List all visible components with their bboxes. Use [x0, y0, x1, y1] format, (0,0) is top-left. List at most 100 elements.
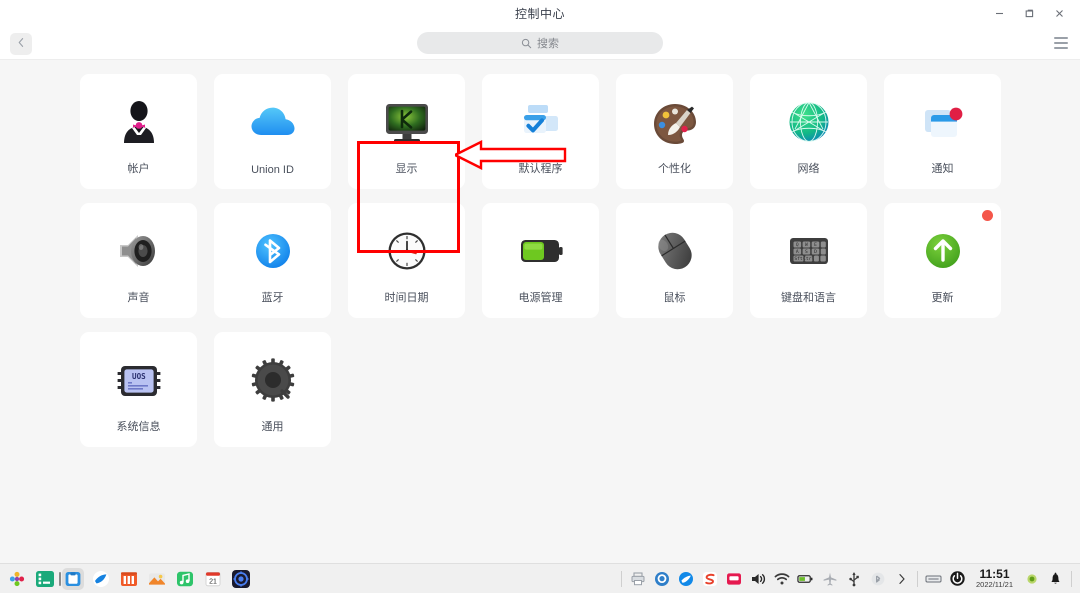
search-input[interactable]: 搜索 — [417, 32, 663, 54]
browser-tray-icon[interactable] — [677, 570, 694, 587]
screen-recorder-icon[interactable] — [725, 570, 742, 587]
maximize-button[interactable] — [1014, 0, 1044, 27]
power-icon[interactable] — [949, 570, 966, 587]
minimize-button[interactable] — [984, 0, 1014, 27]
account-icon — [111, 96, 167, 152]
settings-tile-14[interactable]: 更新 — [884, 203, 1001, 318]
svg-text:S: S — [805, 249, 808, 255]
settings-tile-1[interactable]: 帐户 — [80, 74, 197, 189]
usb-icon[interactable] — [845, 570, 862, 587]
uos-chip-icon: UOS — [111, 354, 167, 410]
settings-tile-label: 通用 — [261, 421, 284, 433]
settings-tile-label: 更新 — [931, 292, 954, 304]
chevron-left-icon — [17, 35, 25, 53]
display-monitor-icon — [379, 96, 435, 152]
speaker-icon — [111, 225, 167, 281]
bluetooth-tray-icon[interactable] — [869, 570, 886, 587]
settings-tile-label: 电源管理 — [518, 292, 563, 304]
mouse-icon — [647, 225, 703, 281]
taskbar-control-center-icon[interactable] — [230, 568, 252, 590]
settings-tile-label: 系统信息 — [116, 421, 161, 433]
settings-tile-15[interactable]: UOS 系统信息 — [80, 332, 197, 447]
settings-tile-label: 键盘和语言 — [781, 292, 836, 304]
svg-text:W: W — [805, 242, 808, 248]
settings-tile-5[interactable]: 个性化 — [616, 74, 733, 189]
settings-tile-label: Union ID — [251, 164, 294, 176]
gear-icon — [245, 354, 301, 410]
taskbar-clock[interactable]: 11:51 2022/11/21 — [973, 568, 1016, 588]
settings-tile-4[interactable]: 默认程序 — [482, 74, 599, 189]
settings-tile-8[interactable]: 声音 — [80, 203, 197, 318]
svg-text:UOS: UOS — [132, 372, 146, 381]
taskbar-launcher-icon[interactable] — [6, 568, 28, 590]
window-controls — [984, 0, 1074, 27]
settings-tile-label: 默认程序 — [518, 163, 563, 175]
settings-tile-6[interactable]: 网络 — [750, 74, 867, 189]
wifi-icon[interactable] — [773, 570, 790, 587]
airplane-mode-icon[interactable] — [821, 570, 838, 587]
close-button[interactable] — [1044, 0, 1074, 27]
settings-tile-12[interactable]: 鼠标 — [616, 203, 733, 318]
printer-icon[interactable] — [629, 570, 646, 587]
settings-tile-13[interactable]: Q W E A S D Sft Ctrl 键盘和语言 — [750, 203, 867, 318]
settings-tile-3[interactable]: 显示 — [348, 74, 465, 189]
taskbar-browser-icon[interactable] — [90, 568, 112, 590]
search-icon — [521, 38, 532, 49]
settings-grid-area: 帐户 Union ID 显示 默认程序 个性化 网络 通知 声音 蓝牙 时间日期 电源管理 鼠标 Q W E… — [0, 60, 1080, 563]
update-arrow-icon — [915, 225, 971, 281]
settings-tile-label: 网络 — [797, 163, 820, 175]
keyboard-icon: Q W E A S D Sft Ctrl — [781, 225, 837, 281]
taskbar-app-store-icon[interactable] — [118, 568, 140, 590]
status-dot-icon[interactable] — [1023, 570, 1040, 587]
svg-text:Ctrl: Ctrl — [803, 256, 814, 262]
svg-text:Sft: Sft — [794, 256, 803, 262]
tray-divider-2 — [917, 570, 919, 587]
taskbar-music-player-icon[interactable] — [174, 568, 196, 590]
taskbar-terminal-icon[interactable] — [34, 568, 56, 590]
taskbar-app-list: 21 — [0, 567, 252, 590]
settings-tile-label: 帐户 — [127, 163, 150, 175]
keyboard-layout-icon[interactable] — [925, 570, 942, 587]
svg-text:Q: Q — [795, 242, 798, 248]
taskbar-image-viewer-icon[interactable] — [146, 568, 168, 590]
settings-tile-label: 时间日期 — [384, 292, 429, 304]
settings-tile-label: 蓝牙 — [261, 292, 284, 304]
hamburger-menu-icon[interactable] — [1054, 37, 1068, 49]
svg-text:D: D — [814, 249, 817, 255]
settings-tile-label: 个性化 — [658, 163, 691, 175]
taskbar: 21 11:51 2022/11/21 — [0, 563, 1080, 593]
system-tray: 11:51 2022/11/21 — [621, 568, 1080, 588]
settings-tile-10[interactable]: 时间日期 — [348, 203, 465, 318]
svg-text:A: A — [795, 249, 798, 255]
globe-network-icon — [781, 96, 837, 152]
settings-tile-9[interactable]: 蓝牙 — [214, 203, 331, 318]
taskbar-file-manager-icon[interactable] — [59, 567, 84, 590]
settings-tile-2[interactable]: Union ID — [214, 74, 331, 189]
expand-tray-icon[interactable] — [893, 570, 910, 587]
default-apps-icon — [513, 96, 569, 152]
settings-tile-7[interactable]: 通知 — [884, 74, 1001, 189]
taskbar-calendar-icon[interactable]: 21 — [202, 568, 224, 590]
sogou-input-icon[interactable] — [701, 570, 718, 587]
bell-icon[interactable] — [1047, 570, 1064, 587]
bluetooth-icon — [245, 225, 301, 281]
volume-icon[interactable] — [749, 570, 766, 587]
title-bar: 控制中心 — [0, 0, 1080, 27]
clock-date: 2022/11/21 — [976, 579, 1013, 589]
settings-tile-16[interactable]: 通用 — [214, 332, 331, 447]
back-button[interactable] — [10, 33, 32, 55]
settings-tile-11[interactable]: 电源管理 — [482, 203, 599, 318]
palette-icon — [647, 96, 703, 152]
settings-tile-label: 声音 — [127, 292, 150, 304]
clock-icon — [379, 225, 435, 281]
chat-icon[interactable] — [653, 570, 670, 587]
tile-notification-badge — [982, 210, 993, 221]
settings-tile-grid: 帐户 Union ID 显示 默认程序 个性化 网络 通知 声音 蓝牙 时间日期 电源管理 鼠标 Q W E… — [80, 74, 1001, 447]
cloud-icon — [245, 96, 301, 152]
svg-text:21: 21 — [209, 578, 217, 585]
search-placeholder: 搜索 — [537, 38, 559, 50]
notification-icon — [915, 96, 971, 152]
battery-tray-icon[interactable] — [797, 570, 814, 587]
control-center-window: 控制中心 搜索 帐户 Union ID 显示 默认程序 个性化 网络 通知 声音… — [0, 0, 1080, 593]
settings-tile-label: 显示 — [395, 163, 418, 175]
